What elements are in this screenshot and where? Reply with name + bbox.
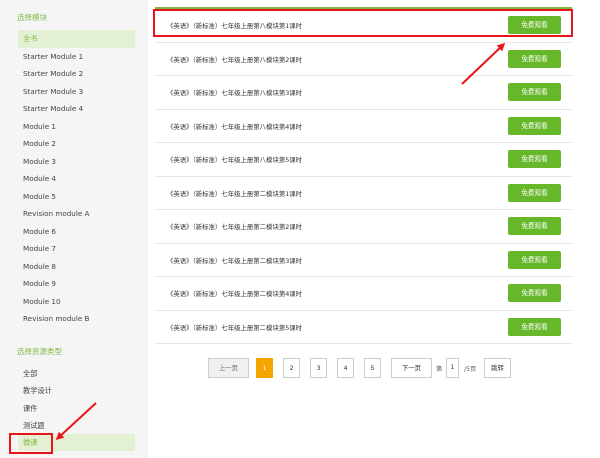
watch-free-button[interactable]: 免费观看	[508, 217, 561, 235]
module-section-title: 选择模块	[17, 13, 47, 22]
watch-free-button[interactable]: 免费观看	[508, 284, 561, 302]
lesson-title[interactable]: 《英语》（新标准）七年级上册第二模块第4课时	[167, 289, 302, 298]
module-list: 全书 Starter Module 1 Starter Module 2 Starte…	[18, 30, 135, 328]
sidebar-item-module[interactable]: Starter Module 2	[18, 65, 135, 83]
sidebar-item-module[interactable]: Module 1	[18, 118, 135, 136]
next-page-button[interactable]: 下一页	[391, 358, 432, 378]
sidebar-item-module[interactable]: Revision module A	[18, 205, 135, 223]
page-1-button[interactable]: 1	[256, 358, 273, 378]
lesson-title[interactable]: 《英语》（新标准）七年级上册第二模块第5课时	[167, 323, 302, 332]
page-5-button[interactable]: 5	[364, 358, 381, 378]
pagination: 上一页 1 2 3 4 5 下一页 第 1 /5页 跳转	[208, 358, 518, 380]
lesson-title[interactable]: 《英语》（新标准）七年级上册第二模块第1课时	[167, 189, 302, 198]
lesson-title[interactable]: 《英语》（新标准）七年级上册第八模块第2课时	[167, 55, 302, 64]
sidebar-item-module[interactable]: 全书	[18, 30, 135, 48]
sidebar-item-module[interactable]: Starter Module 4	[18, 100, 135, 118]
sidebar-item-module[interactable]: Module 2	[18, 135, 135, 153]
sidebar-item-module[interactable]: Module 10	[18, 293, 135, 311]
sidebar-item-module[interactable]: Starter Module 1	[18, 48, 135, 66]
goto-prefix: 第	[436, 366, 443, 373]
watch-free-button[interactable]: 免费观看	[508, 183, 561, 202]
sidebar-item-module[interactable]: Module 4	[18, 170, 135, 188]
lesson-row: 《英语》（新标准）七年级上册第二模块第1课时 免费观看	[155, 177, 572, 210]
sidebar-item-module[interactable]: Starter Module 3	[18, 83, 135, 101]
sidebar-item-module[interactable]: Revision module B	[18, 310, 135, 328]
lesson-panel: 《英语》（新标准）七年级上册第八模块第1课时 免费观看 《英语》（新标准）七年级上册…	[148, 0, 600, 458]
lesson-list: 《英语》（新标准）七年级上册第八模块第1课时 免费观看 《英语》（新标准）七年级上册…	[155, 9, 572, 344]
sidebar-item-module[interactable]: Module 8	[18, 258, 135, 276]
total-pages: /5页	[464, 366, 477, 373]
lesson-row: 《英语》（新标准）七年级上册第二模块第4课时 免费观看	[155, 277, 572, 311]
lesson-row: 《英语》（新标准）七年级上册第八模块第3课时 免费观看	[155, 76, 572, 110]
prev-page-button[interactable]: 上一页	[208, 358, 249, 378]
lesson-row: 《英语》（新标准）七年级上册第二模块第2课时 免费观看	[155, 210, 572, 244]
goto-button[interactable]: 跳转	[484, 358, 511, 378]
lesson-row: 《英语》（新标准）七年级上册第二模块第5课时 免费观看	[155, 311, 572, 344]
goto-page-input[interactable]: 1	[446, 358, 459, 378]
lesson-row: 《英语》（新标准）七年级上册第二模块第3课时 免费观看	[155, 244, 572, 277]
sidebar-item-resource-type[interactable]: 教学设计	[18, 382, 135, 399]
sidebar-item-resource-type[interactable]: 课件	[18, 400, 135, 417]
watch-free-button[interactable]: 免费观看	[508, 250, 561, 269]
page-4-button[interactable]: 4	[337, 358, 354, 378]
watch-free-button[interactable]: 免费观看	[508, 49, 561, 68]
lesson-row: 《英语》（新标准）七年级上册第八模块第2课时 免费观看	[155, 43, 572, 76]
lesson-row: 《英语》（新标准）七年级上册第八模块第4课时 免费观看	[155, 110, 572, 143]
page-2-button[interactable]: 2	[283, 358, 300, 378]
sidebar-item-module[interactable]: Module 6	[18, 223, 135, 241]
sidebar-item-module[interactable]: Module 7	[18, 240, 135, 258]
highlight-box-micro-lesson	[9, 433, 53, 454]
lesson-title[interactable]: 《英语》（新标准）七年级上册第二模块第2课时	[167, 222, 302, 231]
lesson-row: 《英语》（新标准）七年级上册第八模块第5课时 免费观看	[155, 143, 572, 177]
watch-free-button[interactable]: 免费观看	[508, 83, 561, 101]
sidebar-item-module[interactable]: Module 3	[18, 153, 135, 171]
lesson-title[interactable]: 《英语》（新标准）七年级上册第八模块第4课时	[167, 122, 302, 131]
lesson-title[interactable]: 《英语》（新标准）七年级上册第八模块第3课时	[167, 88, 302, 97]
watch-free-button[interactable]: 免费观看	[508, 116, 561, 135]
sidebar: 选择模块 全书 Starter Module 1 Starter Module 2S…	[0, 0, 148, 458]
sidebar-item-resource-type[interactable]: 测试题	[18, 417, 135, 434]
lesson-title[interactable]: 《英语》（新标准）七年级上册第八模块第5课时	[167, 155, 302, 164]
sidebar-item-module[interactable]: Module 5	[18, 188, 135, 206]
watch-free-button[interactable]: 免费观看	[508, 150, 561, 168]
resource-section-title: 选择资源类型	[17, 347, 62, 356]
watch-free-button[interactable]: 免费观看	[508, 317, 561, 336]
highlight-box-first-lesson	[153, 9, 573, 37]
sidebar-item-resource-type[interactable]: 全部	[18, 365, 135, 382]
lesson-title[interactable]: 《英语》（新标准）七年级上册第二模块第3课时	[167, 256, 302, 265]
sidebar-item-module[interactable]: Module 9	[18, 275, 135, 293]
page-3-button[interactable]: 3	[310, 358, 327, 378]
